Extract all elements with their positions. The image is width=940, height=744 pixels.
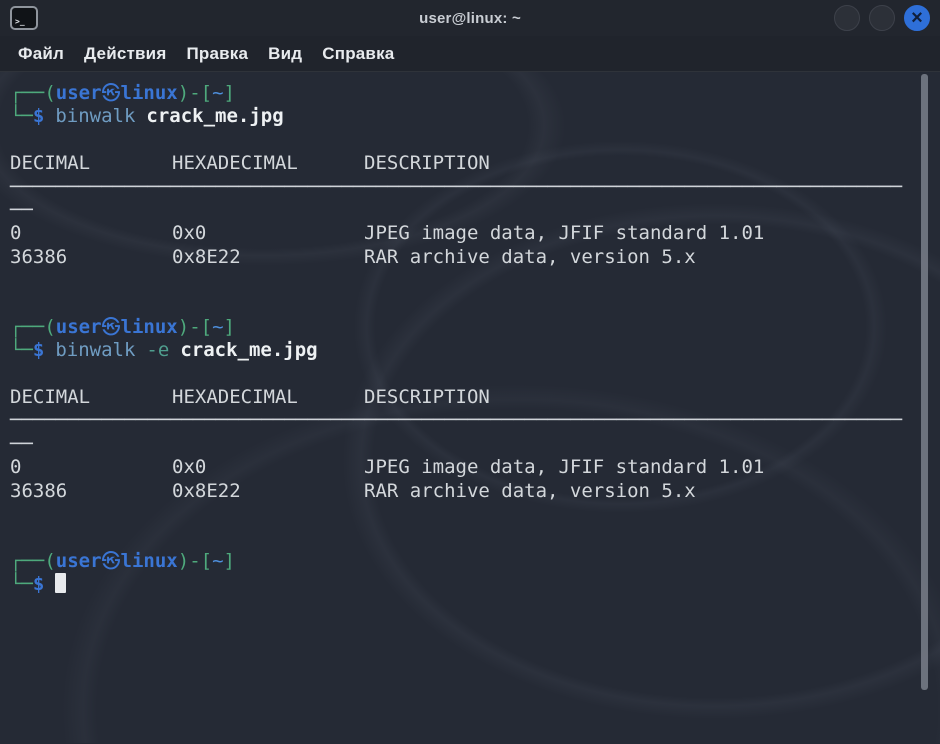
cell-hex: 0x0: [172, 456, 364, 479]
table-header-row: DECIMAL HEXADECIMAL DESCRIPTION: [10, 152, 916, 175]
command-program: binwalk: [55, 105, 135, 127]
prompt-user: user: [56, 82, 102, 104]
header-description: DESCRIPTION: [364, 152, 916, 175]
terminal-viewport[interactable]: ┌──(user㉿linux)-[~] └─$binwalkcrack_me.j…: [0, 72, 940, 743]
command-flag: -e: [146, 339, 169, 361]
prompt-line-top: ┌──(user㉿linux)-[~]: [10, 550, 916, 573]
header-description: DESCRIPTION: [364, 386, 916, 409]
table-row: 0 0x0 JPEG image data, JFIF standard 1.0…: [10, 456, 916, 479]
blank-line: [10, 129, 916, 152]
command-file-argument: crack_me.jpg: [146, 105, 283, 127]
header-hexadecimal: HEXADECIMAL: [172, 386, 364, 409]
menu-edit[interactable]: Правка: [186, 44, 248, 64]
command-program: binwalk: [55, 339, 135, 361]
prompt-dollar: $: [33, 573, 44, 595]
terminal-window: >_ user@linux: ~ × Файл Действия Правка …: [0, 0, 940, 744]
prompt-frame: ]: [224, 82, 235, 104]
cell-description: JPEG image data, JFIF standard 1.01: [364, 456, 916, 479]
cell-decimal: 36386: [10, 246, 172, 269]
blank-line: [10, 503, 916, 526]
text-cursor: [55, 573, 66, 593]
command-file-argument: crack_me.jpg: [180, 339, 317, 361]
blank-line: [10, 526, 916, 549]
cell-description: RAR archive data, version 5.x: [364, 246, 916, 269]
prompt-path: ~: [212, 82, 223, 104]
prompt-line-top: ┌──(user㉿linux)-[~]: [10, 82, 916, 105]
prompt-frame: └─: [10, 105, 33, 127]
blank-line: [10, 293, 916, 316]
prompt-frame: )-[: [178, 82, 212, 104]
table-separator-wrap: ──: [10, 199, 916, 222]
prompt-user: user: [56, 316, 102, 338]
command-line-active: └─$: [10, 573, 916, 596]
table-separator: ────────────────────────────────────────…: [10, 409, 916, 432]
command-line: └─$ binwalk crack_me.jpg: [10, 105, 916, 128]
table-row: 36386 0x8E22 RAR archive data, version 5…: [10, 246, 916, 269]
cell-hex: 0x0: [172, 222, 364, 245]
prompt-dollar: $: [33, 339, 44, 361]
blank-line: [10, 269, 916, 292]
prompt-frame: ┌──(: [10, 82, 56, 104]
menu-view[interactable]: Вид: [268, 44, 302, 64]
prompt-path: ~: [212, 316, 223, 338]
table-separator-wrap: ──: [10, 433, 916, 456]
prompt-host: linux: [121, 82, 178, 104]
prompt-line-top: ┌──(user㉿linux)-[~]: [10, 316, 916, 339]
prompt-path: ~: [212, 550, 223, 572]
titlebar: >_ user@linux: ~ ×: [0, 0, 940, 36]
kali-at-icon: ㉿: [102, 550, 121, 572]
prompt-host: linux: [121, 316, 178, 338]
kali-at-icon: ㉿: [102, 82, 121, 104]
prompt-frame: )-[: [178, 316, 212, 338]
prompt-frame: )-[: [178, 550, 212, 572]
table-separator: ────────────────────────────────────────…: [10, 176, 916, 199]
table-row: 36386 0x8E22 RAR archive data, version 5…: [10, 480, 916, 503]
prompt-frame: └─: [10, 573, 33, 595]
cell-hex: 0x8E22: [172, 246, 364, 269]
terminal-app-icon: >_: [10, 6, 38, 30]
table-header-row: DECIMAL HEXADECIMAL DESCRIPTION: [10, 386, 916, 409]
menu-help[interactable]: Справка: [322, 44, 394, 64]
cell-decimal: 0: [10, 222, 172, 245]
prompt-host: linux: [121, 550, 178, 572]
header-decimal: DECIMAL: [10, 152, 172, 175]
menu-actions[interactable]: Действия: [84, 44, 166, 64]
cell-decimal: 36386: [10, 480, 172, 503]
prompt-frame: ]: [224, 316, 235, 338]
cell-description: RAR archive data, version 5.x: [364, 480, 916, 503]
cell-description: JPEG image data, JFIF standard 1.01: [364, 222, 916, 245]
prompt-frame: ]: [224, 550, 235, 572]
prompt-frame: └─: [10, 339, 33, 361]
minimize-button[interactable]: [834, 5, 860, 31]
kali-at-icon: ㉿: [102, 316, 121, 338]
header-decimal: DECIMAL: [10, 386, 172, 409]
cell-decimal: 0: [10, 456, 172, 479]
table-row: 0 0x0 JPEG image data, JFIF standard 1.0…: [10, 222, 916, 245]
blank-line: [10, 363, 916, 386]
command-line: └─$ binwalk -e crack_me.jpg: [10, 339, 916, 362]
menubar: Файл Действия Правка Вид Справка: [0, 36, 940, 72]
window-title: user@linux: ~: [0, 10, 940, 27]
menu-file[interactable]: Файл: [18, 44, 64, 64]
close-icon: ×: [911, 8, 923, 28]
maximize-button[interactable]: [869, 5, 895, 31]
cell-hex: 0x8E22: [172, 480, 364, 503]
close-button[interactable]: ×: [904, 5, 930, 31]
prompt-user: user: [56, 550, 102, 572]
scrollbar-thumb[interactable]: [921, 74, 928, 690]
prompt-frame: ┌──(: [10, 316, 56, 338]
terminal-app-icon-glyph: >_: [15, 18, 25, 26]
window-controls: ×: [834, 5, 930, 31]
header-hexadecimal: HEXADECIMAL: [172, 152, 364, 175]
prompt-dollar: $: [33, 105, 44, 127]
prompt-frame: ┌──(: [10, 550, 56, 572]
